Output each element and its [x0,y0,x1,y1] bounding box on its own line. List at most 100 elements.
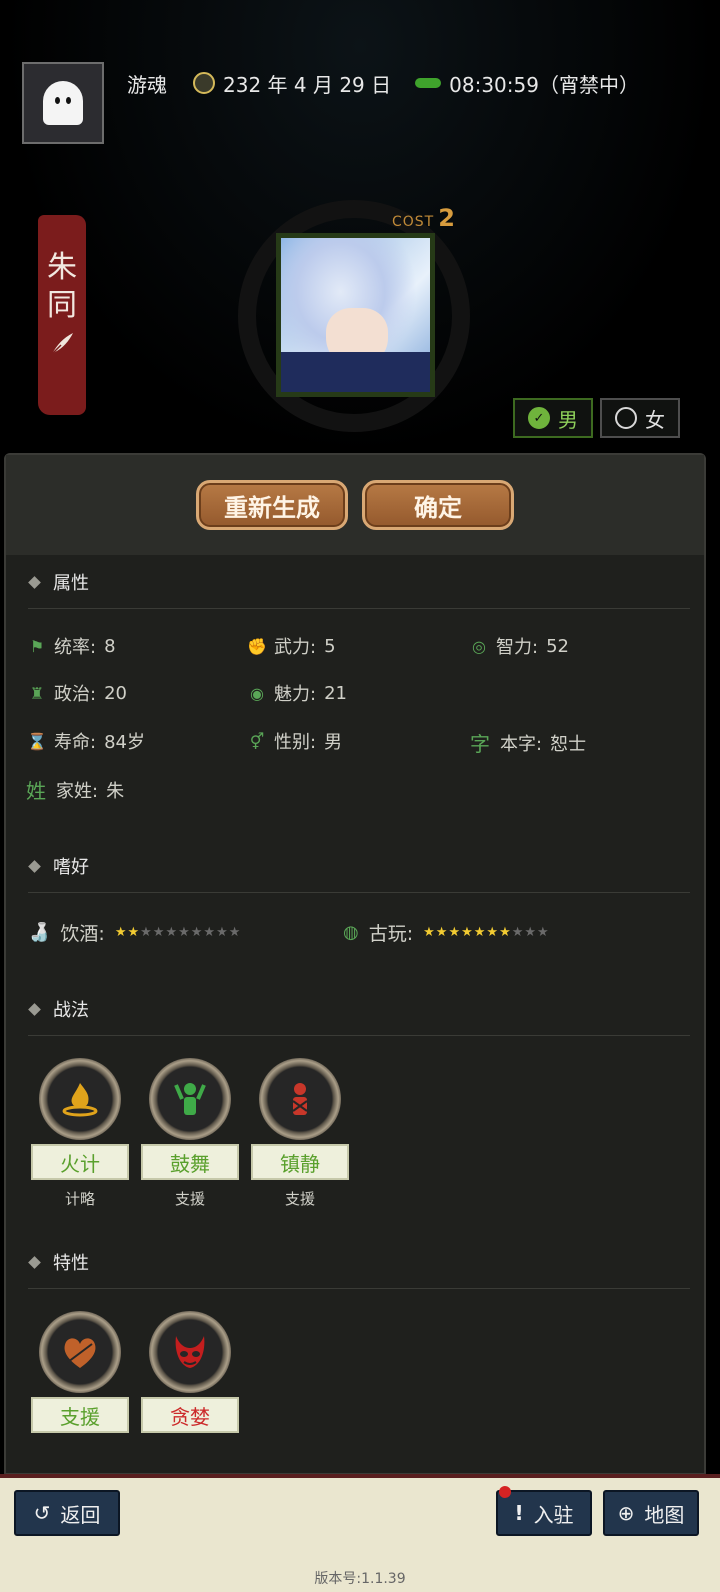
tactic-type: 支援 [174,1190,205,1208]
gender-female-button[interactable]: 女 [600,398,680,438]
hobby-antiques: ◍ 古玩: ★ ★ ★ ★ ★ ★ ★ ★ ★ ★ [343,922,549,945]
name-char-2: 同 [47,288,77,323]
tactic-name: 火计 [31,1144,129,1180]
panel-actions: 重新生成 确定 [6,455,704,555]
gender-icon: ⚥ [249,731,265,751]
tactic-fire-plan[interactable]: 火计 计略 [30,1058,130,1209]
star-icon: ★ [537,925,549,940]
attr-charm: ◉ 魅力: 21 [248,680,347,706]
attr-politics: ♜ 政治: 20 [29,682,127,706]
attr-command: ⚑ 统率: 8 [29,635,116,659]
star-icon: ★ [423,925,435,940]
map-globe-icon: ⊕ [617,1501,635,1525]
star-icon: ★ [524,925,537,940]
diamond-bullet-icon [28,859,41,873]
player-avatar[interactable] [22,62,104,144]
exclamation-icon: ! [514,1501,524,1525]
fist-icon: ✊ [247,636,267,656]
gender-male-button[interactable]: ✓ 男 [513,398,593,438]
star-icon: ★ [473,925,486,940]
jade-disc-icon: ◍ [343,922,359,943]
star-icon: ★ [203,925,216,940]
confirm-button[interactable]: 确定 [362,480,514,530]
attributes-section-title: 属性 [28,569,89,595]
flag-icon: ⚑ [29,636,45,656]
hobbies-section-title: 嗜好 [28,853,89,879]
cost-value: 2 [438,204,455,232]
ghost-icon [43,81,83,125]
tactic-name: 鼓舞 [141,1144,239,1180]
star-icon: ★ [190,925,203,940]
radio-empty-icon [615,407,637,429]
character-portrait [276,233,435,397]
return-arrow-icon: ↺ [33,1501,51,1525]
diamond-bullet-icon [28,575,41,589]
back-button[interactable]: ↺ 返回 [14,1490,120,1536]
star-icon: ★ [165,925,178,940]
star-icon: ★ [499,925,511,940]
trait-support[interactable]: 支援 [30,1311,130,1433]
zi-char-icon: 字 [470,732,490,756]
attr-intellect: ◎ 智力: 52 [470,633,569,659]
version-label: 版本号:1.1.39 [314,1571,406,1587]
cost-label: COST [392,214,435,230]
devil-face-icon [175,1336,205,1368]
tactic-calm[interactable]: 镇静 支援 [250,1058,350,1209]
character-header: 游魂 232 年 4 月 29 日 08:30:59（宵禁中） 朱 同 COST… [0,0,720,460]
star-icon: ★ [511,925,524,940]
star-icon: ★ [114,925,127,940]
heart-icon [64,1338,96,1368]
star-icon: ★ [228,925,241,940]
star-icon: ★ [216,925,228,940]
diamond-bullet-icon [28,1002,41,1016]
star-icon: ★ [448,925,461,940]
hat-icon: ♜ [29,683,45,703]
tactic-inspire[interactable]: 鼓舞 支援 [140,1058,240,1209]
trait-name: 支援 [31,1397,129,1433]
gender-female-label: 女 [645,407,665,432]
trait-greedy[interactable]: 贪婪 [140,1311,240,1433]
quill-edit-icon [51,333,73,355]
bottom-bar: ↺ 返回 ! 入驻 ⊕ 地图 版本号:1.1.39 [0,1474,720,1592]
calendar-icon [193,72,215,94]
tactic-type: 支援 [284,1190,315,1208]
name-char-1: 朱 [47,250,77,285]
diamond-bullet-icon [28,1255,41,1269]
star-icon: ★ [178,925,190,940]
game-time: 08:30:59（宵禁中） [449,72,639,97]
star-icon: ★ [140,925,152,940]
game-date: 232 年 4 月 29 日 [223,72,392,97]
traits-section-title: 特性 [28,1249,89,1275]
cost-badge: COST 2 [392,204,455,232]
status-bar: 游魂 232 年 4 月 29 日 08:30:59（宵禁中） [127,68,639,98]
attr-strength: ✊ 武力: 5 [247,635,336,659]
hourglass-icon: ⌛ [27,731,47,751]
star-icon: ★ [461,925,473,940]
fire-icon [62,1083,98,1117]
tactic-type: 计略 [64,1190,95,1208]
notification-dot [499,1486,511,1498]
cricket-icon [415,78,442,88]
gender-male-label: 男 [558,407,578,432]
eye-icon: ◉ [250,683,264,703]
tactic-name: 镇静 [251,1144,349,1180]
name-banner[interactable]: 朱 同 [38,215,86,415]
attr-gender: ⚥ 性别: 男 [249,731,343,754]
star-icon: ★ [127,925,140,940]
cheering-figure-icon [174,1083,206,1115]
settle-button[interactable]: ! 入驻 [496,1490,592,1536]
trait-name: 贪婪 [141,1397,239,1433]
star-icon: ★ [486,925,499,940]
wine-bottle-icon: 🍶 [28,922,51,943]
antiques-stars: ★ ★ ★ ★ ★ ★ ★ ★ ★ ★ [423,925,549,940]
xing-char-icon: 姓 [26,779,46,803]
character-panel: 重新生成 确定 属性 ⚑ 统率: 8 ✊ 武力: 5 ◎ 智力: 52 ♜ 政治… [4,453,706,1475]
regenerate-button[interactable]: 重新生成 [196,480,348,530]
attr-courtesy-name: 字 本字: 恕士 [470,728,586,757]
player-name: 游魂 [127,72,167,97]
star-icon: ★ [435,925,448,940]
star-icon: ★ [152,925,165,940]
map-button[interactable]: ⊕ 地图 [603,1490,699,1536]
drinking-stars: ★ ★ ★ ★ ★ ★ ★ ★ ★ ★ [115,925,241,940]
brain-icon: ◎ [472,636,486,656]
